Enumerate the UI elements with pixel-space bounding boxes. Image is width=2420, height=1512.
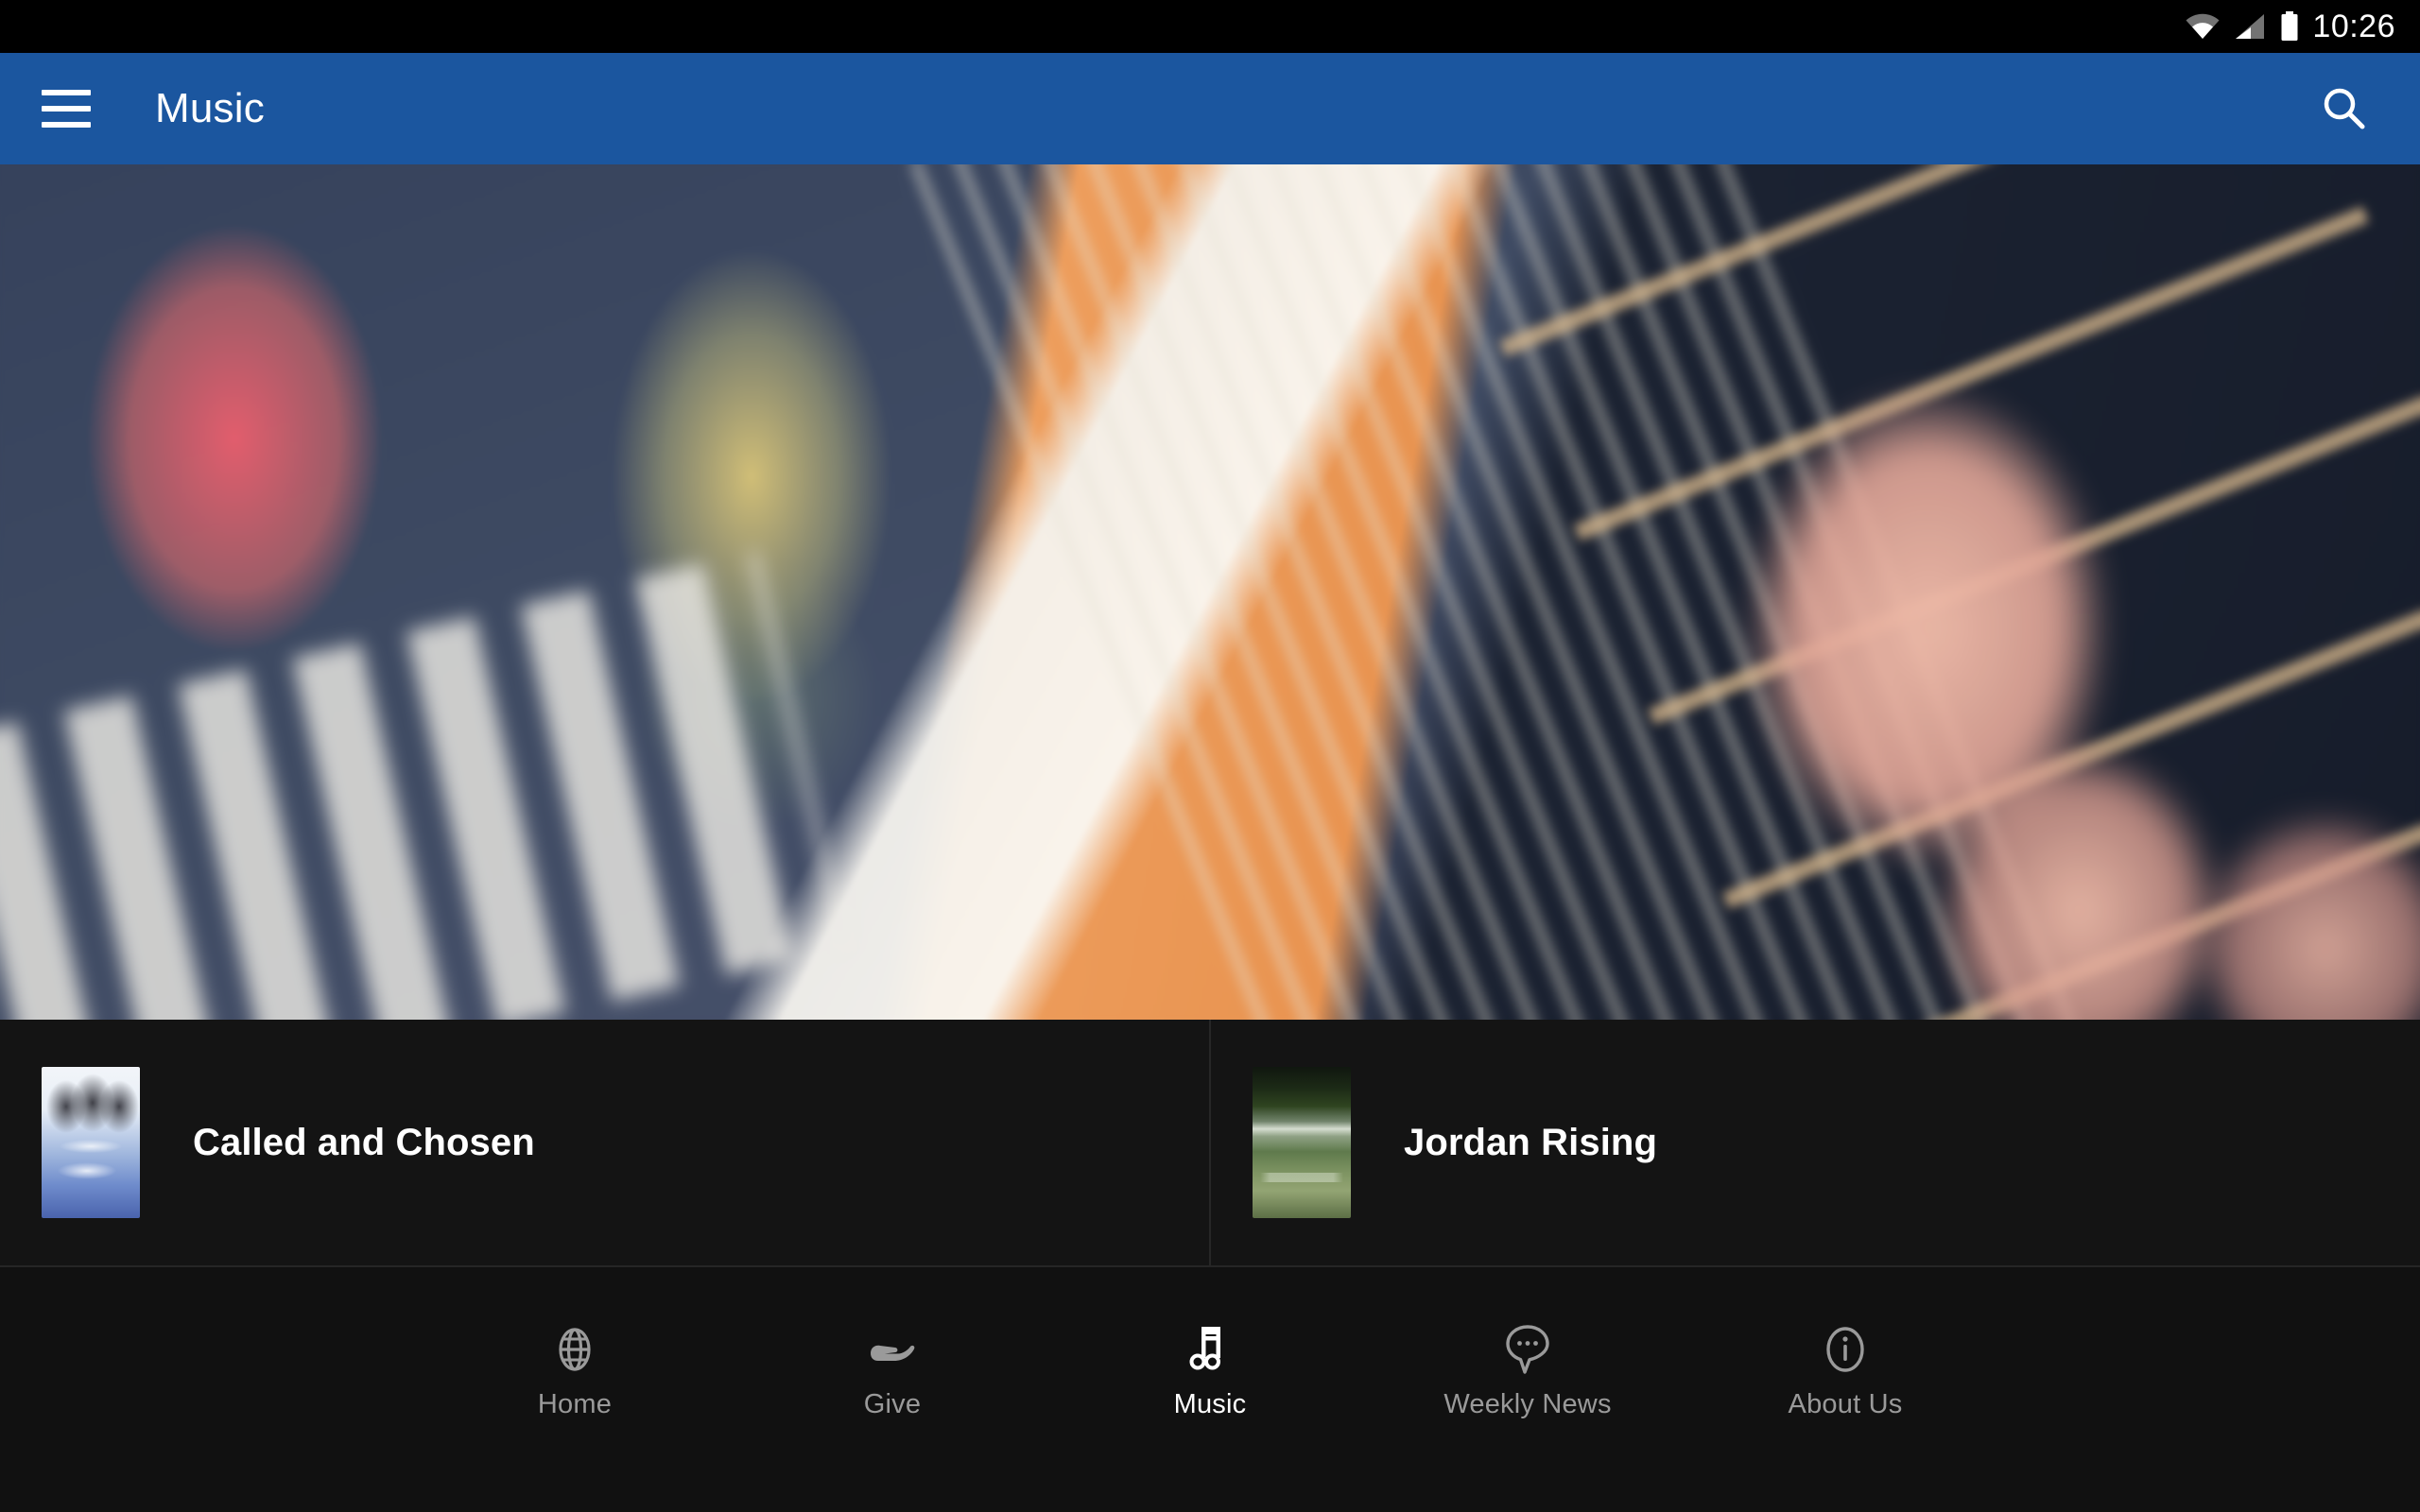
hero-banner-image <box>0 164 2420 1020</box>
app-root: 10:26 Music Called and Chosen Jordan Ris… <box>0 0 2420 1512</box>
list-item[interactable]: Jordan Rising <box>1209 1020 2420 1265</box>
nav-item-about-us[interactable]: About Us <box>1686 1323 2004 1420</box>
nav-label: Give <box>863 1389 922 1419</box>
status-icons <box>2186 11 2299 42</box>
nav-item-home[interactable]: Home <box>416 1323 734 1420</box>
giving-hand-icon <box>867 1323 918 1376</box>
info-circle-icon <box>1822 1323 1869 1376</box>
nav-item-give[interactable]: Give <box>734 1323 1051 1420</box>
bottom-navigation-bar: Home Give Music Weekly News About Us <box>0 1310 2420 1512</box>
album-art-jordan-rising <box>1253 1067 1351 1218</box>
list-item-title: Called and Chosen <box>193 1121 535 1163</box>
cellular-signal-icon <box>2236 14 2265 39</box>
hero-blur-overlay <box>0 164 2420 1020</box>
search-icon[interactable] <box>2314 78 2375 139</box>
content-spacer <box>0 1267 2420 1310</box>
wifi-icon <box>2186 13 2220 40</box>
nav-label: Weekly News <box>1443 1389 1612 1419</box>
album-art-called-and-chosen <box>42 1067 140 1218</box>
battery-icon <box>2281 11 2298 41</box>
list-item-title: Jordan Rising <box>1404 1121 1657 1163</box>
music-note-icon <box>1188 1323 1232 1376</box>
app-bar: Music <box>0 53 2420 164</box>
globe-icon <box>551 1323 598 1376</box>
page-title: Music <box>155 85 265 131</box>
status-bar-clock: 10:26 <box>2312 9 2395 44</box>
chat-bubble-icon <box>1504 1323 1551 1376</box>
nav-label: Home <box>537 1389 613 1419</box>
status-bar: 10:26 <box>0 0 2420 53</box>
list-item[interactable]: Called and Chosen <box>0 1020 1209 1265</box>
nav-item-weekly-news[interactable]: Weekly News <box>1369 1323 1686 1420</box>
nav-item-music[interactable]: Music <box>1051 1323 1369 1420</box>
nav-label: Music <box>1173 1389 1247 1419</box>
hamburger-menu-icon[interactable] <box>42 90 91 128</box>
music-list: Called and Chosen Jordan Rising <box>0 1020 2420 1267</box>
nav-label: About Us <box>1788 1389 1903 1419</box>
